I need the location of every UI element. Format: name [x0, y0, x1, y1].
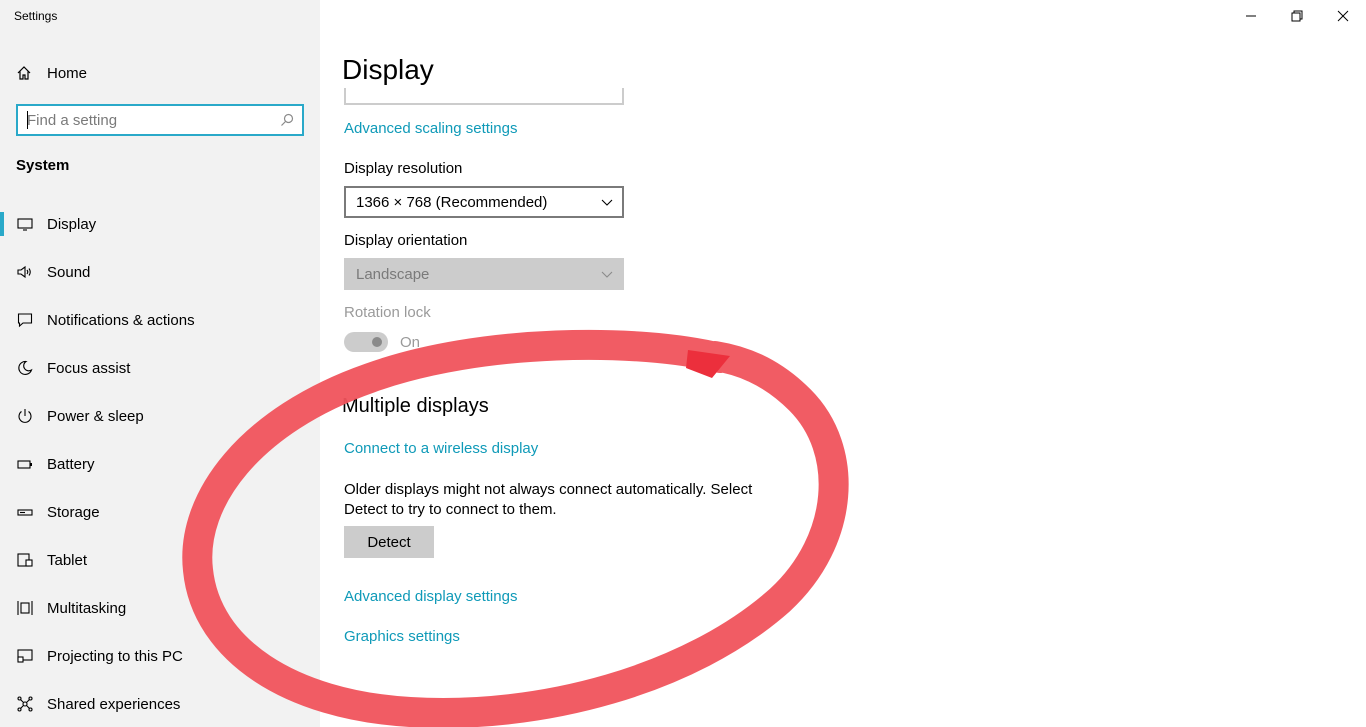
- sidebar-item-label: Projecting to this PC: [47, 647, 183, 665]
- sidebar-item-label: Multitasking: [47, 599, 127, 617]
- display-icon: [17, 216, 33, 232]
- advanced-scaling-link[interactable]: Advanced scaling settings: [344, 120, 517, 137]
- resolution-label: Display resolution: [344, 160, 463, 177]
- home-icon: [16, 65, 32, 81]
- sidebar-item-label: Tablet: [47, 551, 88, 569]
- orientation-dropdown: Landscape: [344, 258, 624, 290]
- rotation-lock-toggle: [344, 332, 388, 352]
- minimize-icon: [1246, 15, 1256, 17]
- sidebar-item-power-sleep[interactable]: Power & sleep: [0, 392, 320, 440]
- multitasking-icon: [17, 600, 33, 616]
- sidebar-item-sound[interactable]: Sound: [0, 248, 320, 296]
- chevron-down-icon: [601, 199, 613, 206]
- focus-assist-icon: [17, 360, 33, 376]
- page-title: Display: [342, 54, 434, 85]
- minimize-button[interactable]: [1228, 0, 1274, 32]
- close-button[interactable]: [1320, 0, 1366, 32]
- wireless-display-link[interactable]: Connect to a wireless display: [344, 440, 538, 457]
- sidebar-item-notifications[interactable]: Notifications & actions: [0, 296, 320, 344]
- sidebar-nav: Display Sound Notifications & actions Fo…: [0, 200, 320, 727]
- close-icon: [1337, 10, 1349, 22]
- power-icon: [17, 408, 33, 424]
- graphics-settings-link[interactable]: Graphics settings: [344, 628, 460, 645]
- rotation-lock-state: On: [400, 334, 421, 351]
- orientation-value: Landscape: [356, 265, 430, 283]
- sidebar-item-multitasking[interactable]: Multitasking: [0, 584, 320, 632]
- orientation-label: Display orientation: [344, 232, 468, 249]
- sidebar-item-storage[interactable]: Storage: [0, 488, 320, 536]
- section-heading: System: [16, 157, 70, 174]
- restore-icon: [1291, 10, 1303, 22]
- multiple-displays-heading: Multiple displays: [342, 395, 489, 417]
- older-displays-text: Older displays might not always connect …: [344, 481, 753, 518]
- sidebar-item-label: Shared experiences: [47, 695, 181, 713]
- chevron-down-icon: [601, 271, 613, 278]
- resolution-value: 1366 × 768 (Recommended): [356, 193, 548, 211]
- battery-icon: [17, 456, 33, 472]
- sidebar-item-battery[interactable]: Battery: [0, 440, 320, 488]
- sidebar-item-label: Battery: [47, 455, 95, 473]
- resolution-dropdown[interactable]: 1366 × 768 (Recommended): [344, 186, 624, 218]
- shared-experiences-icon: [17, 696, 33, 712]
- tablet-icon: [17, 552, 33, 568]
- text-cursor: [27, 111, 28, 129]
- maximize-button[interactable]: [1274, 0, 1320, 32]
- rotation-lock-label: Rotation lock: [344, 304, 431, 321]
- sidebar-item-label: Storage: [47, 503, 100, 521]
- advanced-display-link[interactable]: Advanced display settings: [344, 588, 517, 605]
- sidebar-item-label: Sound: [47, 263, 91, 281]
- sidebar-item-shared-experiences[interactable]: Shared experiences: [0, 680, 320, 727]
- detect-button[interactable]: Detect: [344, 526, 434, 558]
- storage-icon: [17, 504, 33, 520]
- sidebar-item-display[interactable]: Display: [0, 200, 320, 248]
- app-title: Settings: [14, 9, 58, 23]
- sidebar-item-label: Focus assist: [47, 359, 131, 377]
- notifications-icon: [17, 312, 33, 328]
- search-input[interactable]: [18, 107, 268, 133]
- projecting-icon: [17, 648, 33, 664]
- toggle-knob: [372, 337, 382, 347]
- search-icon[interactable]: [280, 113, 294, 127]
- scaling-dropdown-clipped[interactable]: [344, 88, 624, 105]
- sidebar-item-focus-assist[interactable]: Focus assist: [0, 344, 320, 392]
- sidebar: Settings Home System Display Sound: [0, 0, 320, 727]
- sidebar-item-tablet[interactable]: Tablet: [0, 536, 320, 584]
- sidebar-item-label: Power & sleep: [47, 407, 144, 425]
- sidebar-item-label: Display: [47, 215, 97, 233]
- sidebar-item-projecting[interactable]: Projecting to this PC: [0, 632, 320, 680]
- home-link[interactable]: Home: [16, 62, 87, 84]
- sound-icon: [17, 264, 33, 280]
- home-label: Home: [47, 64, 88, 82]
- search-box[interactable]: [16, 104, 304, 136]
- sidebar-item-label: Notifications & actions: [47, 311, 195, 329]
